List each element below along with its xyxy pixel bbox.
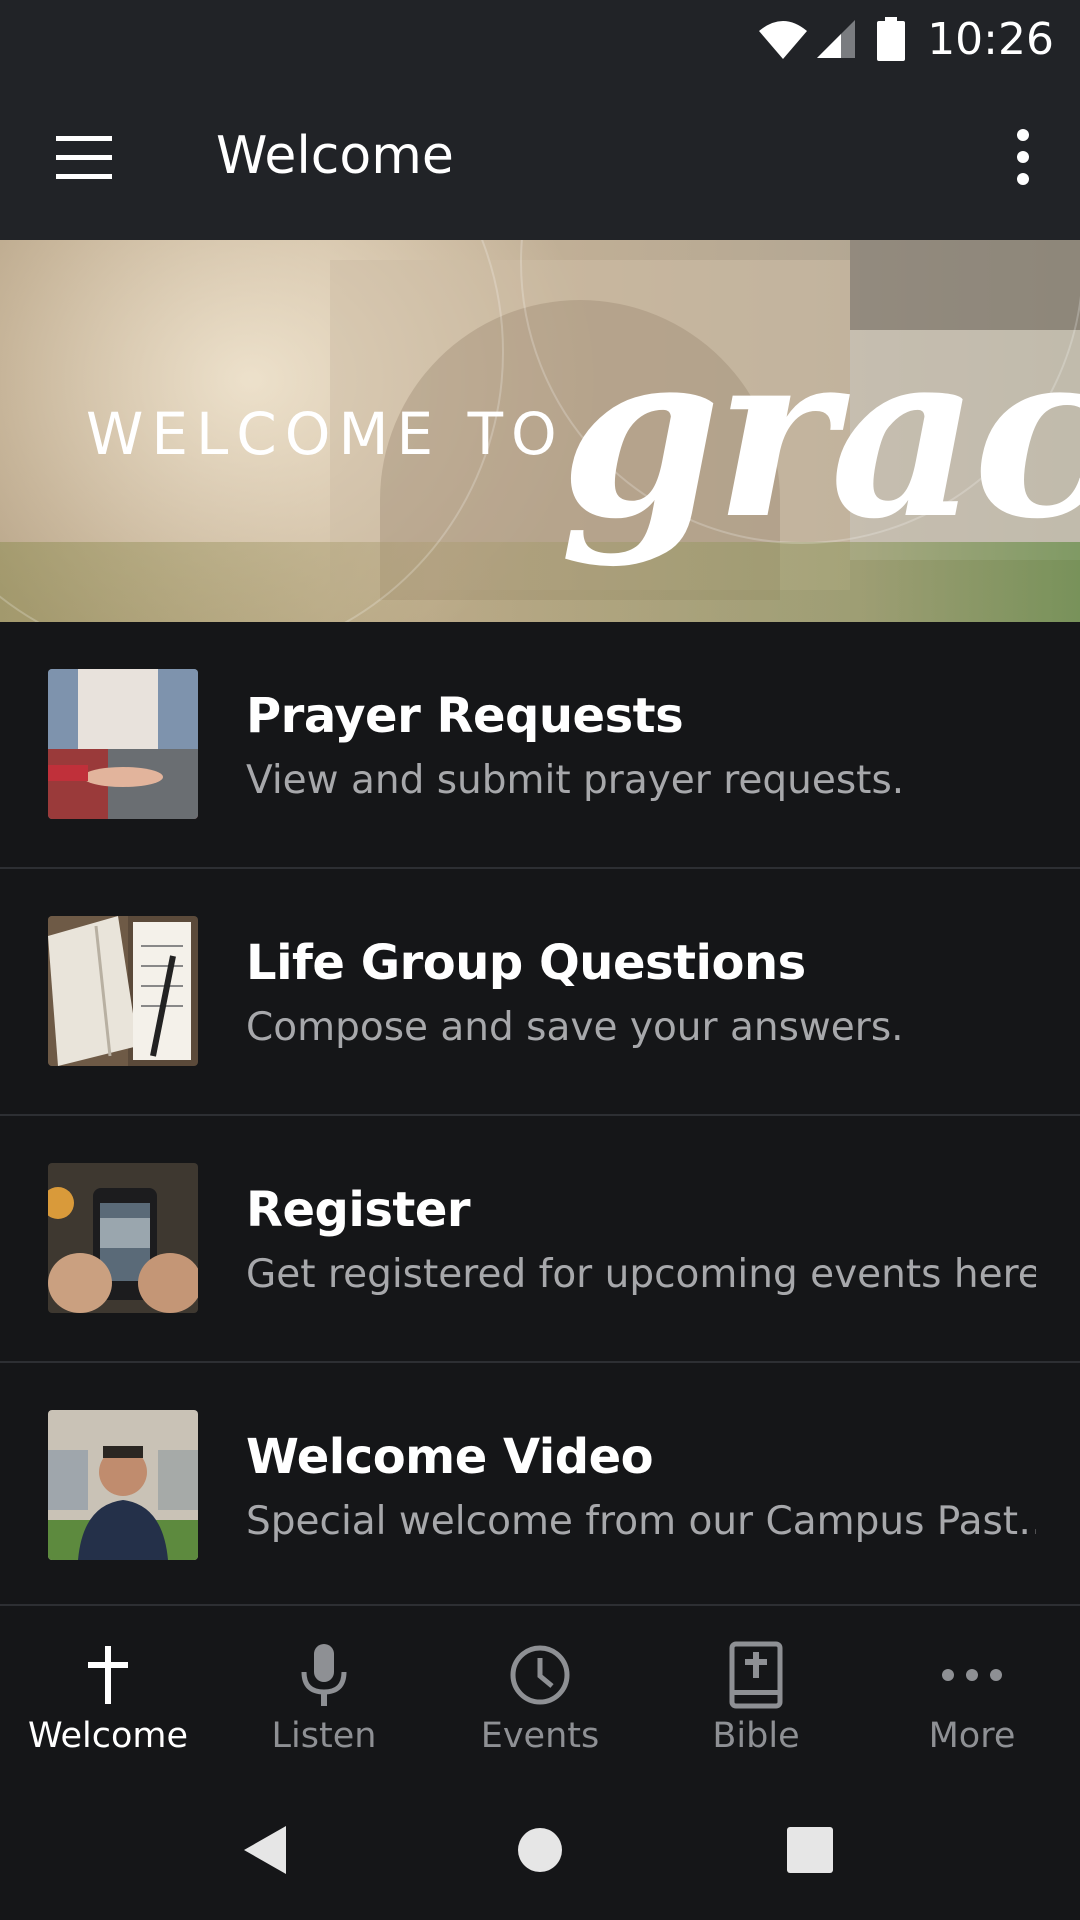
banner-title: WELCOME TO (86, 400, 565, 468)
clock-icon (500, 1640, 580, 1710)
cell-signal-icon (815, 18, 857, 60)
life-group-thumbnail (48, 916, 198, 1066)
list-item-subtitle: View and submit prayer requests. (246, 758, 905, 803)
more-horiz-icon (932, 1640, 1012, 1710)
system-nav-bar (0, 1780, 1080, 1920)
welcome-banner[interactable]: WELCOME TO grace (0, 240, 1080, 622)
tab-label: More (928, 1716, 1016, 1756)
tab-welcome[interactable]: Welcome (0, 1606, 216, 1782)
back-icon[interactable] (226, 1810, 306, 1890)
tab-listen[interactable]: Listen (216, 1606, 432, 1782)
list-item-subtitle: Special welcome from our Campus Past… (246, 1499, 1036, 1544)
app-bar: Welcome (0, 78, 1080, 240)
list-item-welcome-video[interactable]: Welcome Video Special welcome from our C… (0, 1363, 1080, 1610)
status-icons: 10:26 (757, 12, 1054, 66)
microphone-icon (284, 1640, 364, 1710)
tab-label: Bible (712, 1716, 800, 1756)
status-bar: 10:26 (0, 0, 1080, 78)
list-item-prayer-requests[interactable]: Prayer Requests View and submit prayer r… (0, 622, 1080, 869)
register-thumbnail (48, 1163, 198, 1313)
list-item-life-group-questions[interactable]: Life Group Questions Compose and save yo… (0, 869, 1080, 1116)
tab-label: Welcome (27, 1716, 189, 1756)
battery-icon (877, 17, 906, 61)
status-time: 10:26 (927, 13, 1054, 65)
list-item-title: Welcome Video (246, 1429, 654, 1485)
tab-label: Listen (271, 1716, 377, 1756)
welcome-video-thumbnail (48, 1410, 198, 1560)
bible-icon (716, 1640, 796, 1710)
wifi-icon (757, 17, 809, 61)
more-vert-icon[interactable] (988, 123, 1058, 193)
hamburger-menu-icon[interactable] (40, 128, 130, 188)
tab-bible[interactable]: Bible (648, 1606, 864, 1782)
bottom-tab-bar: Welcome Listen Events Bible More (0, 1604, 1080, 1782)
list-item-subtitle: Compose and save your answers. (246, 1005, 904, 1050)
home-icon[interactable] (500, 1810, 580, 1890)
recents-icon[interactable] (770, 1810, 850, 1890)
list-item-title: Life Group Questions (246, 935, 806, 991)
tab-more[interactable]: More (864, 1606, 1080, 1782)
feature-list: Prayer Requests View and submit prayer r… (0, 622, 1080, 1610)
tab-label: Events (480, 1716, 600, 1756)
list-item-register[interactable]: Register Get registered for upcoming eve… (0, 1116, 1080, 1363)
list-item-title: Prayer Requests (246, 688, 684, 744)
tab-events[interactable]: Events (432, 1606, 648, 1782)
list-item-title: Register (246, 1182, 471, 1238)
banner-script: grace (560, 300, 1080, 570)
cross-icon (68, 1640, 148, 1710)
page-title: Welcome (216, 126, 454, 186)
prayer-thumbnail (48, 669, 198, 819)
list-item-subtitle: Get registered for upcoming events here… (246, 1252, 1036, 1297)
